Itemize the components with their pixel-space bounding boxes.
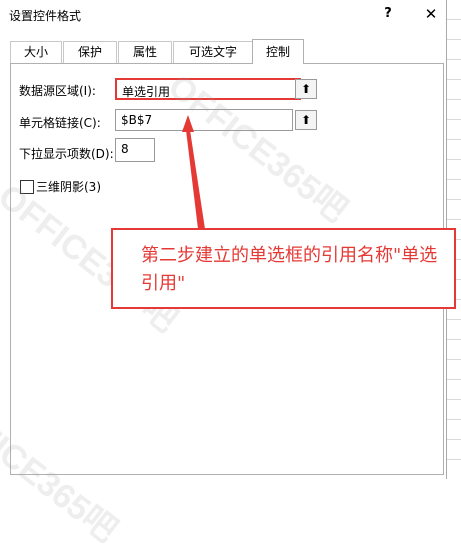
annotation-text: 第二步建立的单选框的引用名称"单选引用" [141,245,438,294]
format-control-dialog: 设置控件格式 ? ✕ 大小 保护 属性 可选文字 控制 数据源区域(I): 单选… [0,0,456,550]
annotation-callout: 第二步建立的单选框的引用名称"单选引用" [111,228,456,309]
tab-control[interactable]: 控制 [252,39,304,64]
